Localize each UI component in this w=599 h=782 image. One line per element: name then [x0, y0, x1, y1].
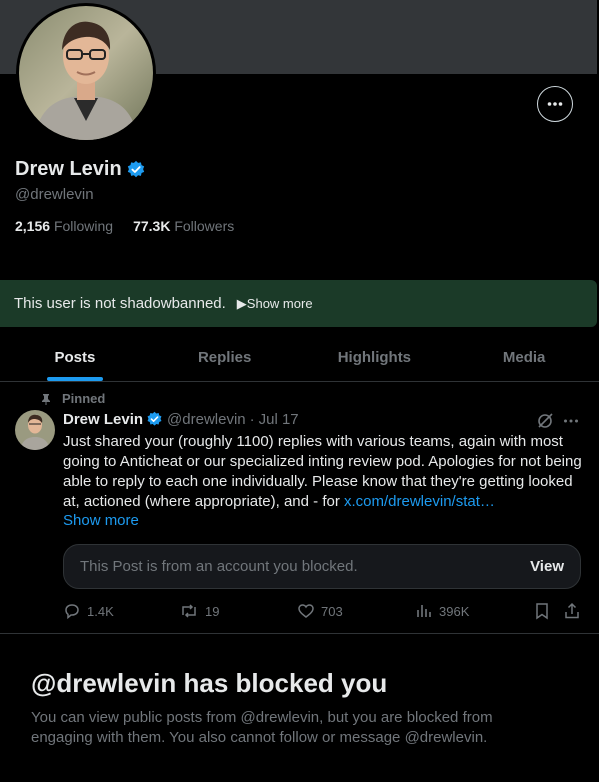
profile-handle: @drewlevin	[15, 186, 94, 203]
following-label: Following	[53, 218, 114, 234]
followers-link[interactable]: 77.3K Followers	[133, 218, 234, 234]
shadowban-notice: This user is not shadowbanned. ▶Show mor…	[0, 280, 597, 327]
verified-badge-icon[interactable]	[126, 160, 146, 180]
reply-count: 1.4K	[87, 603, 114, 619]
blocked-quote-card: This Post is from an account you blocked…	[63, 544, 581, 589]
following-link[interactable]: 2,156 Following	[15, 218, 113, 234]
profile-avatar[interactable]	[16, 3, 156, 143]
verified-badge-icon[interactable]	[146, 411, 163, 428]
reply-icon	[65, 604, 79, 620]
post-text: Just shared your (roughly 1100) replies …	[63, 433, 582, 510]
repost-button[interactable]: 19	[179, 602, 219, 620]
bookmark-button[interactable]	[533, 602, 557, 620]
profile-name: Drew Levin	[15, 158, 122, 180]
post-actions: 1.4K 19 703 396K	[63, 602, 583, 622]
pin-icon	[42, 393, 50, 405]
like-count: 703	[321, 603, 343, 619]
notice-show-more[interactable]: ▶Show more	[237, 296, 313, 312]
ellipsis-icon	[547, 102, 563, 106]
tab-replies[interactable]: Replies	[150, 334, 300, 381]
blocked-quote-text: This Post is from an account you blocked…	[80, 558, 358, 575]
repost-icon	[182, 604, 196, 618]
following-count: 2,156	[15, 218, 51, 234]
notice-text: This user is not shadowbanned.	[14, 295, 226, 312]
tab-media[interactable]: Media	[449, 334, 599, 381]
views-count: 396K	[439, 603, 470, 619]
pinned-post[interactable]: Pinned Drew Levin @drewlevin · Jul 17 Ju…	[0, 382, 599, 634]
followers-count: 77.3K	[133, 218, 171, 234]
post-header: Drew Levin @drewlevin · Jul 17	[63, 411, 299, 428]
pinned-indicator: Pinned	[40, 391, 105, 406]
views-icon	[417, 605, 431, 617]
tab-posts[interactable]: Posts	[0, 334, 150, 381]
post-author-name[interactable]: Drew Levin	[63, 411, 143, 428]
post-separator: ·	[249, 411, 255, 428]
repost-count: 19	[205, 603, 220, 619]
pinned-label: Pinned	[62, 391, 106, 406]
blocked-description: You can view public posts from @drewlevi…	[31, 709, 493, 746]
view-button[interactable]: View	[530, 558, 564, 575]
avatar-image	[19, 6, 153, 140]
post-author-avatar[interactable]	[15, 410, 55, 450]
post-author-handle[interactable]: @drewlevin	[167, 411, 246, 428]
tab-highlights[interactable]: Highlights	[300, 334, 450, 381]
reply-button[interactable]: 1.4K	[63, 602, 114, 620]
post-date[interactable]: Jul 17	[259, 411, 299, 428]
heart-icon	[298, 604, 314, 618]
more-options-button[interactable]	[537, 86, 573, 122]
post-body: Just shared your (roughly 1100) replies …	[63, 432, 583, 512]
post-link[interactable]: x.com/drewlevin/stat…	[344, 493, 495, 510]
blocked-title: @drewlevin has blocked you	[31, 668, 388, 698]
share-icon	[565, 602, 579, 619]
post-show-more[interactable]: Show more	[63, 512, 139, 529]
grok-icon[interactable]	[536, 412, 554, 430]
profile-tabs: Posts Replies Highlights Media	[0, 334, 599, 382]
followers-label: Followers	[174, 218, 235, 234]
profile-stats: 2,156 Following 77.3K Followers	[15, 218, 234, 234]
share-button[interactable]	[563, 602, 587, 620]
post-more-icon[interactable]	[562, 412, 580, 430]
like-button[interactable]: 703	[297, 602, 343, 620]
views-button[interactable]: 396K	[415, 602, 469, 620]
bookmark-icon	[536, 603, 548, 620]
profile-name-row: Drew Levin	[15, 158, 146, 181]
